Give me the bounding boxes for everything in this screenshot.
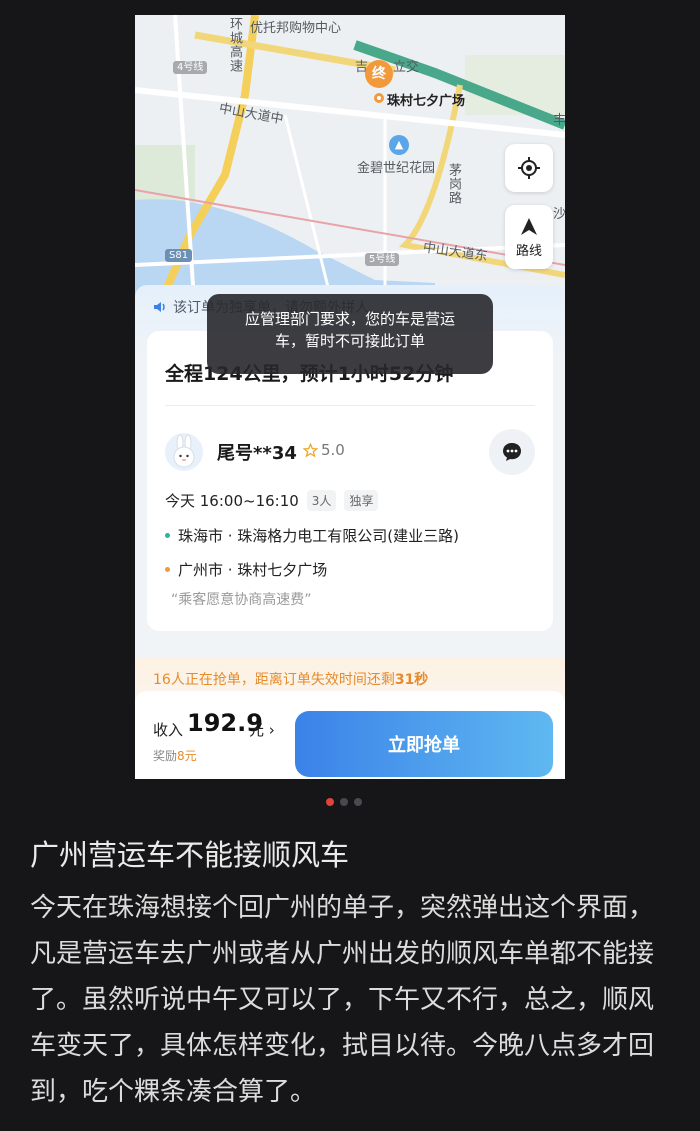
seat-count-chip: 3人	[306, 490, 337, 511]
bonus-label: 奖励	[153, 749, 178, 763]
map-label-s81: S81	[165, 249, 193, 262]
locate-button[interactable]	[505, 144, 553, 192]
end-location-dot	[374, 93, 384, 103]
map-label-sha: 沙	[553, 207, 565, 222]
navigation-arrow-icon	[521, 217, 537, 235]
chat-button[interactable]	[489, 429, 535, 475]
origin-dot-icon	[165, 533, 170, 538]
map-label-line4: 4号线	[173, 61, 208, 74]
map-label-line5: 5号线	[365, 253, 400, 266]
avatar[interactable]	[165, 433, 203, 471]
rating-value: 5.0	[321, 441, 345, 459]
chevron-right-icon: ›	[268, 721, 275, 739]
toast-message: 应管理部门要求，您的车是营运 车，暂时不可接此订单	[207, 294, 493, 374]
bottom-bar: 收入 192.9 元 › 奖励8元 立即抢单	[135, 691, 565, 779]
end-pin-icon: 终	[365, 60, 393, 88]
income-label: 收入	[153, 721, 184, 739]
time-row: 今天 16:00~16:10 3人 独享	[165, 490, 379, 511]
map-label-expressway: 环城高速	[227, 17, 242, 73]
post-title: 广州营运车不能接顺风车	[30, 838, 350, 872]
crosshair-icon	[518, 157, 540, 179]
chat-bubble-icon	[503, 443, 521, 461]
ride-type-chip: 独享	[344, 490, 379, 511]
speaker-icon	[154, 302, 165, 312]
passenger-note: “乘客愿意协商高速费”	[171, 592, 312, 608]
rabbit-avatar-icon	[173, 434, 195, 468]
map-label-lijiao: 立交	[393, 60, 420, 75]
app-screenshot: 优托邦购物中心 环城高速 4号线 中山大道中 吉 立交 丰 沙 ▲ 金碧世纪花园…	[135, 15, 565, 779]
grab-order-button[interactable]: 立即抢单	[295, 711, 553, 777]
poi-icon: ▲	[389, 135, 409, 155]
origin-address: 珠海市 · 珠海格力电工有限公司(建业三路)	[165, 525, 459, 546]
route-button-label: 路线	[515, 243, 542, 259]
star-icon	[303, 442, 318, 458]
carousel-dot[interactable]	[354, 798, 362, 806]
divider	[165, 405, 535, 406]
order-card: 全程124公里，预计1小时52分钟 尾号**34 5.0 今天 16:00~16…	[147, 331, 553, 631]
passenger-rating: 5.0	[303, 441, 345, 459]
origin-text: 珠海市 · 珠海格力电工有限公司(建业三路)	[178, 527, 460, 545]
map-label-maogang: 茅岗路	[446, 163, 461, 205]
destination-dot-icon	[165, 567, 170, 572]
destination-address: 广州市 · 珠村七夕广场	[165, 559, 327, 580]
destination-text: 广州市 · 珠村七夕广场	[178, 561, 328, 579]
map-label-destination: 珠村七夕广场	[387, 94, 466, 109]
map-label-feng: 丰	[553, 113, 565, 128]
map-view[interactable]: 优托邦购物中心 环城高速 4号线 中山大道中 吉 立交 丰 沙 ▲ 金碧世纪花园…	[135, 15, 565, 315]
passenger-name: 尾号**34	[217, 443, 297, 464]
map-label-jinbi: 金碧世纪花园	[357, 161, 436, 176]
post-body: 今天在珠海想接个回广州的单子，突然弹出这个界面，凡是营运车去广州或者从广州出发的…	[30, 893, 655, 1107]
bonus-text: 奖励8元	[153, 747, 197, 764]
countdown-text: 16人正在抢单，距离订单失效时间还剩	[153, 672, 395, 688]
map-label-mall: 优托邦购物中心	[250, 21, 342, 36]
carousel-dot[interactable]	[340, 798, 348, 806]
toast-line-2: 车，暂时不可接此订单	[274, 332, 425, 350]
pickup-time: 今天 16:00~16:10	[165, 492, 299, 510]
map-background	[135, 15, 565, 315]
income-unit-text: 元	[249, 721, 265, 739]
route-button[interactable]: 路线	[505, 205, 553, 269]
carousel-dot-active[interactable]	[326, 798, 334, 806]
bonus-value: 8元	[177, 749, 197, 763]
income-unit[interactable]: 元 ›	[249, 719, 275, 740]
toast-line-1: 应管理部门要求，您的车是营运	[244, 310, 455, 328]
carousel-indicator[interactable]	[326, 798, 362, 806]
countdown-seconds: 31秒	[394, 672, 429, 688]
